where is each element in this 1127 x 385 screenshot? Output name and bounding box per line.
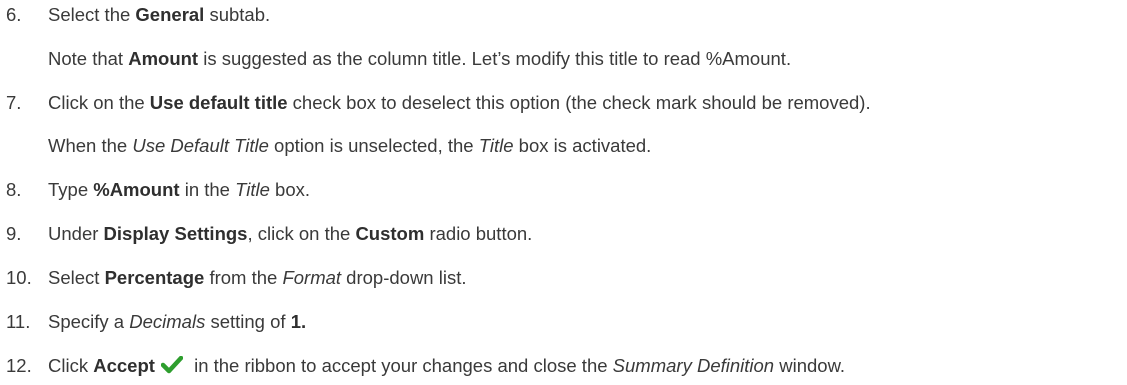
step-text: Specify a Decimals setting of 1. <box>48 311 307 332</box>
step-text: Type %Amount in the Title box. <box>48 179 311 200</box>
step-text: Select Percentage from the Format drop-d… <box>48 267 467 288</box>
step-text: Click Accept in the ribbon to accept you… <box>48 355 846 376</box>
step-number: 6. <box>6 4 22 25</box>
step-number: 9. <box>6 223 22 244</box>
step-7-note: When the Use Default Title option is uns… <box>48 135 652 156</box>
step-text: Click on the Use default title check box… <box>48 92 871 113</box>
step-text: Under Display Settings, click on the Cus… <box>48 223 533 244</box>
step-number: 11. <box>6 311 31 332</box>
instruction-document: 6. Select the General subtab. Note that … <box>0 0 1127 385</box>
step-number: 10. <box>6 267 32 288</box>
step-number: 7. <box>6 92 22 113</box>
step-number: 8. <box>6 179 22 200</box>
step-text: Select the General subtab. <box>48 4 271 25</box>
step-number: 12. <box>6 355 32 376</box>
checkmark-icon <box>160 355 184 374</box>
step-6-note: Note that Amount is suggested as the col… <box>48 48 792 69</box>
